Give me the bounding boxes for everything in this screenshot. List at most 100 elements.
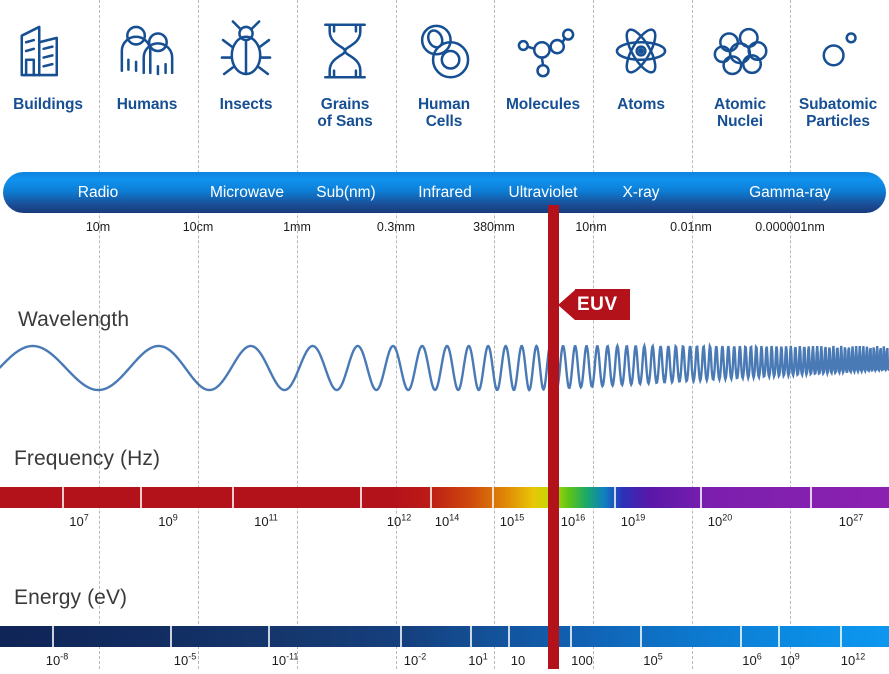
hourglass-icon [310, 10, 380, 92]
energy-tick: 10-11 [235, 650, 335, 674]
frequency-tick: 1011 [216, 511, 316, 535]
frequency-tick: 1020 [670, 511, 770, 535]
office-buildings-icon [13, 10, 83, 92]
scale-item-atomic-nuclei: Atomic Nuclei [691, 0, 789, 158]
euv-marker-flag: EUV [558, 289, 630, 320]
frequency-bar-divider [232, 487, 234, 508]
energy-bar-divider [778, 626, 780, 647]
wavelength-tick-row: 10m 10cm 1mm 0.3mm 380mm 10nm 0.01nm 0.000001nm [0, 216, 889, 238]
tick-exponent: 9 [794, 651, 800, 662]
scale-item-label: Subatomic Particles [798, 96, 878, 131]
scale-item-humans: Humans [98, 0, 196, 158]
frequency-bar-divider [810, 487, 812, 508]
energy-bar-divider [508, 626, 510, 647]
frequency-bar-divider [614, 487, 616, 508]
two-people-icon [112, 10, 182, 92]
energy-tick: 10-5 [135, 650, 235, 674]
euv-arrow-icon [558, 289, 575, 320]
tick-exponent: 7 [83, 512, 89, 523]
frequency-bar-divider [62, 487, 64, 508]
energy-tick-row: 10-8 10-5 10-11 10-2 101 10 100 105 106 109 1012 [0, 650, 889, 674]
energy-heading: Energy (eV) [14, 586, 128, 609]
tick-base: 10 [840, 653, 856, 668]
subatomic-particle-icon [803, 10, 873, 92]
euv-label: EUV [575, 289, 630, 320]
tick-exponent: 27 [853, 512, 864, 523]
tick-base: 10 [158, 514, 173, 529]
frequency-bar-divider [492, 487, 494, 508]
atom-icon [606, 10, 676, 92]
frequency-bar-divider [360, 487, 362, 508]
scale-item-label: Humans [116, 96, 178, 113]
tick-base: 10 [620, 514, 636, 529]
energy-bar-divider [470, 626, 472, 647]
band-label-gamma-ray: Gamma-ray [749, 184, 831, 201]
energy-bar-divider [52, 626, 54, 647]
energy-bar-divider [640, 626, 642, 647]
spectrum-diagram: Buildings Humans Insects Grains of Sans Human… [0, 0, 889, 669]
band-label-x-ray: X-ray [622, 184, 660, 201]
scale-item-label: Atoms [617, 96, 665, 113]
frequency-bar-divider [700, 487, 702, 508]
beetle-icon [211, 10, 281, 92]
tick-exponent: -2 [418, 651, 427, 662]
tick-base: 10 [254, 514, 269, 529]
energy-tick: 1012 [803, 650, 889, 674]
tick-base: 10 [510, 653, 526, 668]
tick-exponent: 19 [635, 512, 646, 523]
scale-item-label: Buildings [13, 96, 83, 113]
frequency-bar-divider [140, 487, 142, 508]
tick-base: 10 [45, 653, 61, 668]
scale-item-label: Grains of Sans [317, 96, 373, 131]
tick-base: 10 [499, 514, 515, 529]
tick-base: 100 [571, 653, 593, 668]
scale-item-label: Atomic Nuclei [714, 96, 766, 131]
tick-exponent: 12 [855, 651, 866, 662]
frequency-tick: 1019 [583, 511, 683, 535]
spectrum-band: Radio Microwave Sub(nm) Infrared Ultraviolet… [3, 172, 886, 213]
scale-item-atoms: Atoms [592, 0, 690, 158]
scale-item-label: Human Cells [417, 96, 471, 131]
tick-base: 10 [560, 514, 576, 529]
frequency-color-bar [0, 487, 889, 508]
frequency-tick-row: 107 109 1011 1012 1014 1015 1016 1019 1020 1027 [0, 511, 889, 535]
frequency-tick: 109 [118, 511, 218, 535]
wavelength-tick: 0.000001nm [755, 220, 825, 234]
tick-exponent: -11 [286, 651, 299, 662]
cells-icon [409, 10, 479, 92]
tick-base: 10 [271, 653, 287, 668]
tick-exponent: 5 [657, 651, 663, 662]
tick-base: 10 [838, 514, 854, 529]
tick-base: 10 [643, 653, 658, 668]
frequency-tick: 107 [29, 511, 129, 535]
scale-item-insects: Insects [197, 0, 295, 158]
energy-bar-divider [740, 626, 742, 647]
scale-reference-row: Buildings Humans Insects Grains of Sans Human… [0, 0, 889, 158]
euv-marker-line [548, 205, 559, 669]
band-label-radio: Radio [77, 184, 119, 201]
energy-tick: 10-8 [7, 650, 107, 674]
tick-exponent: 9 [172, 512, 178, 523]
tick-exponent: -5 [188, 651, 197, 662]
scale-item-label: Molecules [505, 96, 581, 113]
scale-item-buildings: Buildings [0, 0, 97, 158]
tick-base: 10 [69, 514, 84, 529]
tick-base: 10 [434, 514, 450, 529]
energy-bar-divider [170, 626, 172, 647]
scale-item-subatomic-particles: Subatomic Particles [788, 0, 888, 158]
wavelength-heading: Wavelength [18, 308, 130, 331]
molecule-icon [508, 10, 578, 92]
tick-exponent: 20 [722, 512, 733, 523]
energy-bar-divider [268, 626, 270, 647]
scale-item-label: Insects [219, 96, 273, 113]
energy-tick: 105 [603, 650, 703, 674]
tick-base: 10 [173, 653, 189, 668]
tick-exponent: -8 [60, 651, 69, 662]
energy-color-bar [0, 626, 889, 647]
tick-exponent: 11 [268, 512, 278, 523]
wavelength-wave-graphic [0, 341, 889, 392]
frequency-bar-divider [430, 487, 432, 508]
scale-item-molecules: Molecules [494, 0, 592, 158]
energy-bar-divider [840, 626, 842, 647]
tick-base: 10 [780, 653, 795, 668]
